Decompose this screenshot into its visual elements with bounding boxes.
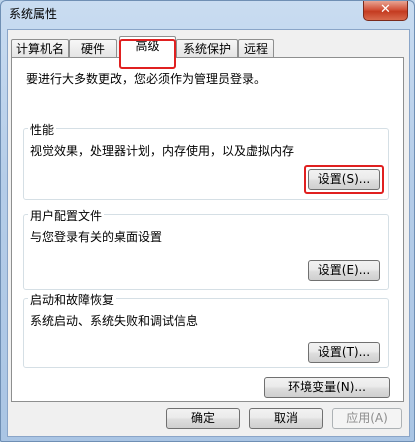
apply-button[interactable]: 应用(A) bbox=[332, 408, 402, 429]
performance-group: 性能 视觉效果，处理器计划，内存使用，以及虚拟内存 设置(S)... bbox=[23, 121, 389, 200]
admin-notice: 要进行大多数更改，您必须作为管理员登录。 bbox=[26, 72, 267, 86]
advanced-panel: 要进行大多数更改，您必须作为管理员登录。 性能 视觉效果，处理器计划，内存使用，… bbox=[11, 57, 404, 402]
window-title: 系统属性 bbox=[9, 7, 58, 21]
close-icon: ✕ bbox=[380, 2, 391, 17]
user-profiles-group: 用户配置文件 与您登录有关的桌面设置 设置(E)... bbox=[23, 207, 389, 290]
tab-system-protection[interactable]: 系统保护 bbox=[176, 39, 238, 58]
cancel-button[interactable]: 取消 bbox=[249, 408, 323, 429]
user-profiles-description: 与您登录有关的桌面设置 bbox=[30, 230, 163, 244]
startup-recovery-settings-button[interactable]: 设置(T)... bbox=[308, 342, 380, 363]
tab-remote[interactable]: 远程 bbox=[238, 39, 274, 58]
close-button[interactable]: ✕ bbox=[363, 1, 408, 21]
dialog-client: 计算机名 硬件 高级 系统保护 远程 要进行大多数更改，您必须作为管理员登录。 … bbox=[7, 29, 410, 437]
performance-description: 视觉效果，处理器计划，内存使用，以及虚拟内存 bbox=[30, 144, 295, 158]
performance-title: 性能 bbox=[28, 121, 57, 138]
performance-button-highlight bbox=[304, 165, 384, 194]
user-profiles-title: 用户配置文件 bbox=[28, 207, 105, 224]
tab-computer-name[interactable]: 计算机名 bbox=[11, 39, 69, 58]
ok-button[interactable]: 确定 bbox=[166, 408, 240, 429]
advanced-tab-highlight bbox=[119, 39, 176, 69]
user-profiles-settings-button[interactable]: 设置(E)... bbox=[308, 260, 380, 281]
startup-recovery-description: 系统启动、系统失败和调试信息 bbox=[30, 314, 199, 328]
tab-hardware[interactable]: 硬件 bbox=[69, 39, 117, 58]
startup-recovery-group: 启动和故障恢复 系统启动、系统失败和调试信息 设置(T)... bbox=[23, 291, 389, 368]
environment-variables-button[interactable]: 环境变量(N)... bbox=[264, 377, 390, 398]
startup-recovery-title: 启动和故障恢复 bbox=[28, 291, 117, 308]
system-properties-window: 系统属性 ✕ 计算机名 硬件 高级 系统保护 远程 要进行大多数更改，您必须作为… bbox=[0, 0, 415, 442]
